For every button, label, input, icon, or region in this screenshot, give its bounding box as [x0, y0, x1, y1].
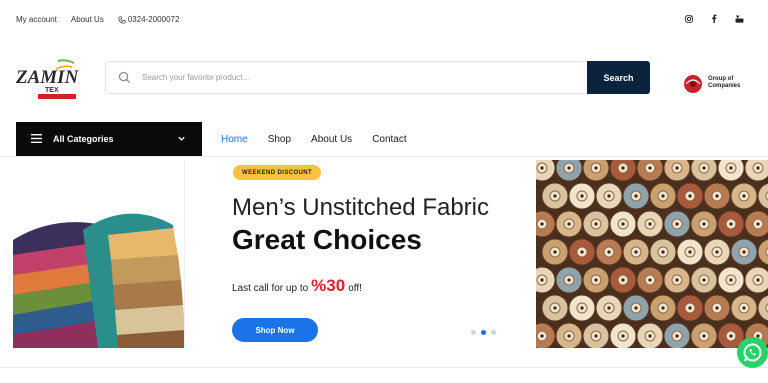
- group-of-companies-logo[interactable]: Group of Companies: [680, 70, 744, 96]
- facebook-icon[interactable]: [711, 14, 717, 23]
- whatsapp-button[interactable]: [737, 337, 768, 368]
- nav-shop[interactable]: Shop: [268, 134, 291, 145]
- my-account-link[interactable]: My account: [16, 15, 57, 24]
- promo-text: Last call for up to %30 off!: [232, 276, 362, 296]
- instagram-icon[interactable]: [685, 14, 693, 23]
- slider-dot[interactable]: [491, 330, 496, 335]
- banner-subheadline: Great Choices: [232, 224, 422, 255]
- phone-number: 0324-2000072: [127, 15, 180, 24]
- discount-badge: WEEKEND DISCOUNT: [233, 165, 322, 180]
- menu-icon: [31, 134, 42, 143]
- nav-home[interactable]: Home: [221, 134, 248, 145]
- navigation-row: All Categories Home Shop About Us Contac…: [0, 122, 768, 156]
- banner-headline: Men’s Unstitched Fabric: [232, 194, 489, 221]
- nav-contact[interactable]: Contact: [372, 134, 406, 145]
- phone-icon: [118, 15, 126, 24]
- search-button[interactable]: Search: [587, 61, 650, 94]
- promo-prefix: Last call for up to: [232, 283, 309, 294]
- shop-now-button[interactable]: Shop Now: [232, 318, 318, 342]
- youtube-icon[interactable]: [735, 14, 744, 23]
- slider-dot[interactable]: [471, 330, 476, 335]
- logo-sub: TEX: [45, 87, 59, 94]
- group-logo-line1: Group of: [708, 76, 734, 82]
- nav-about-us[interactable]: About Us: [311, 134, 352, 145]
- search-input[interactable]: Search your favorite product...: [142, 73, 249, 82]
- main-menu: Home Shop About Us Contact: [221, 134, 427, 145]
- logo-wordmark: ZAMIN: [15, 67, 80, 88]
- chevron-down-icon: [178, 136, 185, 141]
- all-categories-button[interactable]: All Categories: [16, 122, 202, 156]
- fabric-swatches-image: [13, 160, 185, 348]
- site-logo[interactable]: ZAMIN TEX: [14, 57, 84, 101]
- divider: [0, 367, 768, 368]
- divider: [0, 156, 768, 157]
- group-logo-line2: Companies: [708, 83, 741, 89]
- phone-link[interactable]: 0324-2000072: [118, 15, 180, 24]
- all-categories-label: All Categories: [53, 134, 114, 144]
- search-bar: Search your favorite product... Search: [105, 61, 650, 94]
- promo-suffix: off!: [348, 283, 362, 294]
- about-us-link[interactable]: About Us: [71, 15, 104, 24]
- top-bar: My account About Us 0324-2000072: [0, 0, 768, 38]
- group-emblem-icon: [684, 75, 702, 93]
- thread-spools-image: [536, 160, 768, 348]
- site-header: ZAMIN TEX Search your favorite product..…: [0, 52, 768, 104]
- hero-banner: WEEKEND DISCOUNT Men’s Unstitched Fabric…: [13, 160, 768, 348]
- search-icon: [118, 71, 131, 84]
- slider-dot-active[interactable]: [481, 330, 486, 335]
- promo-value: %30: [311, 276, 346, 295]
- whatsapp-icon: [743, 343, 762, 362]
- slider-dots: [471, 330, 496, 335]
